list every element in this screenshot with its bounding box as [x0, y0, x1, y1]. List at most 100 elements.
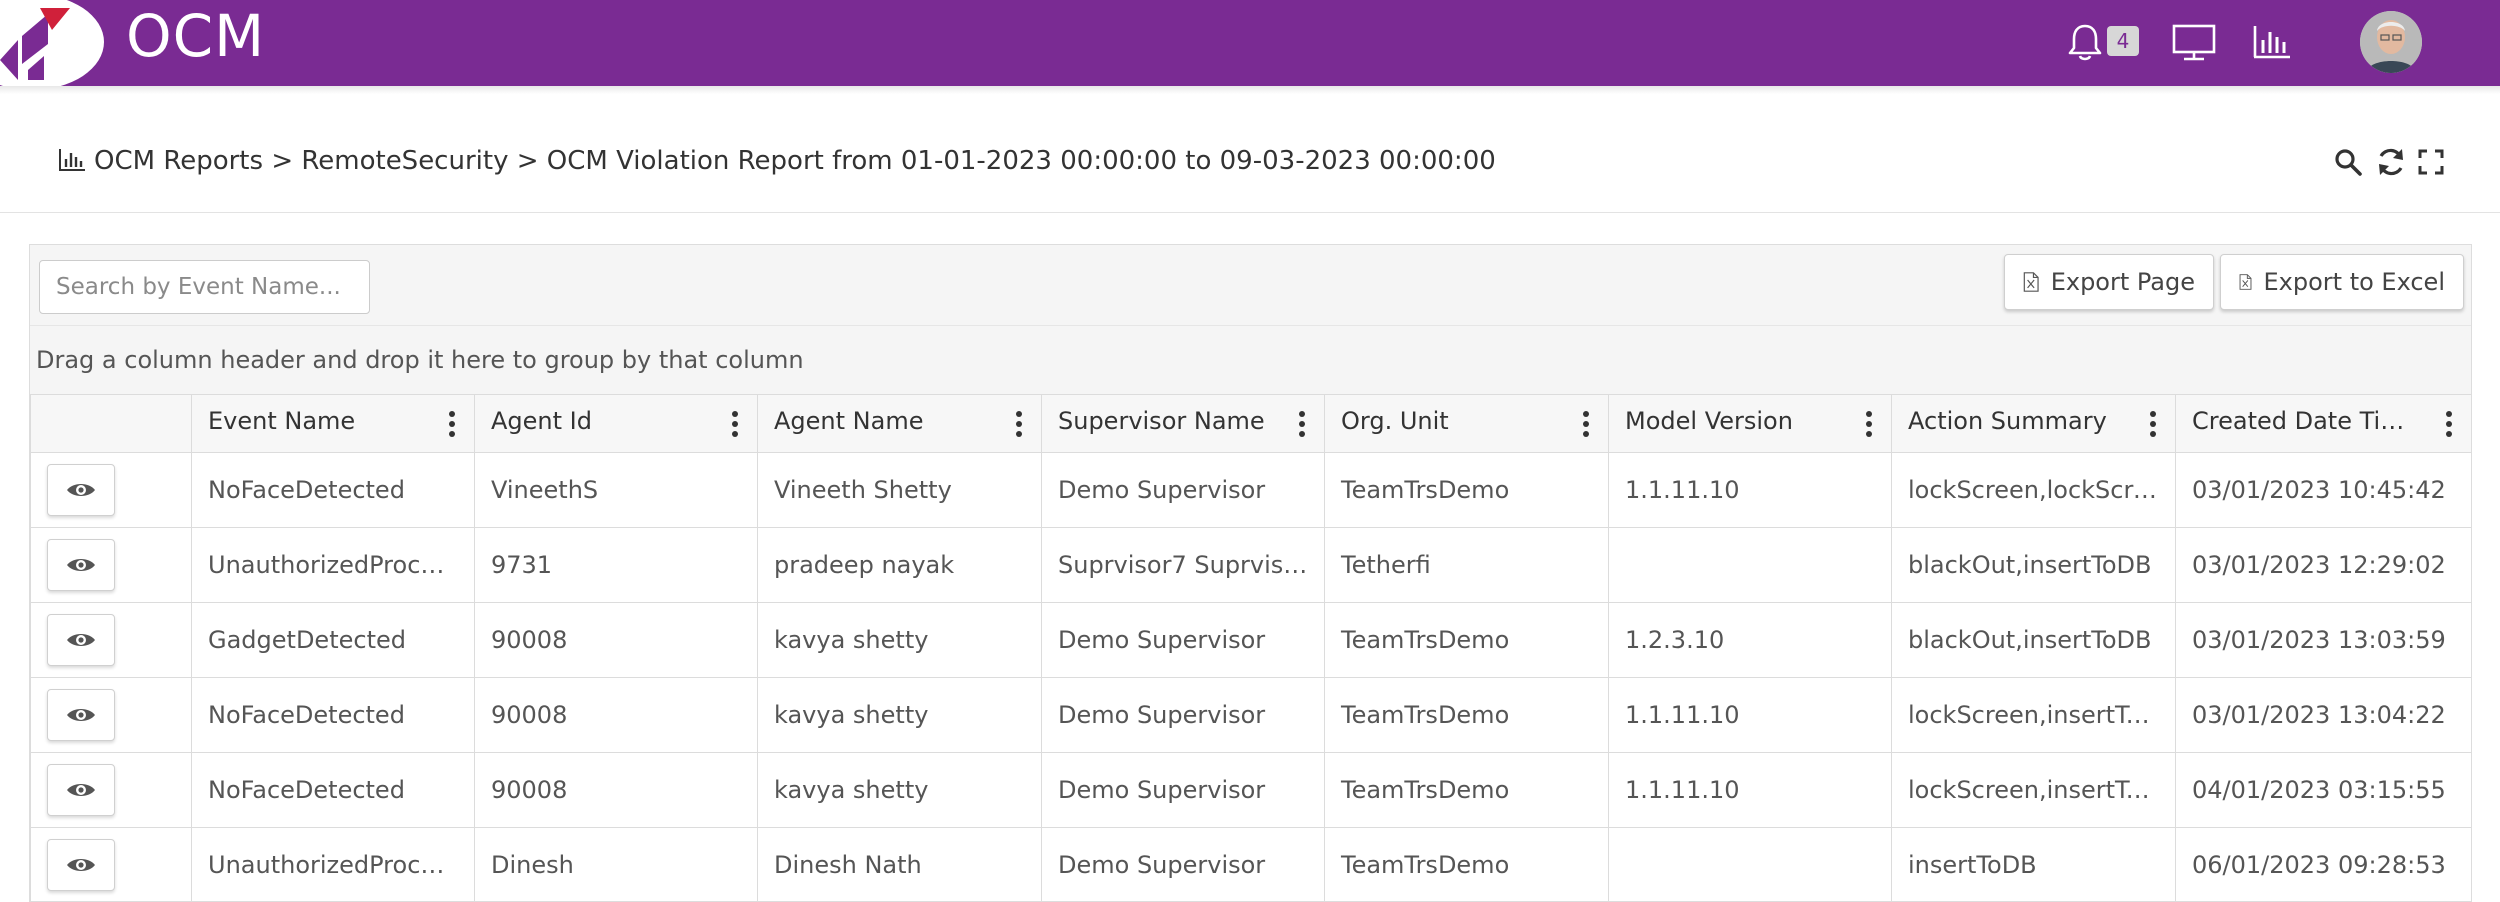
cell-org-unit: TeamTrsDemo: [1325, 753, 1609, 828]
logo-icon[interactable]: [0, 8, 80, 80]
table-row[interactable]: GadgetDetected 90008 kavya shetty Demo S…: [31, 603, 2472, 678]
view-button[interactable]: [47, 689, 115, 741]
column-menu-icon[interactable]: [1582, 410, 1590, 438]
cell-event-name: GadgetDetected: [192, 603, 475, 678]
column-menu-icon[interactable]: [2445, 410, 2453, 438]
column-title: Agent Name: [774, 407, 923, 435]
table-row[interactable]: UnauthorizedProce... Dinesh Dinesh Nath …: [31, 828, 2472, 902]
column-title: Event Name: [208, 407, 355, 435]
cell-agent-id: VineethS: [475, 453, 758, 528]
cell-created-date-time: 04/01/2023 03:15:55: [2176, 753, 2472, 828]
cell-agent-name: Dinesh Nath: [758, 828, 1042, 902]
breadcrumb-divider: [0, 212, 2500, 213]
view-button[interactable]: [47, 464, 115, 516]
column-title: Model Version: [1625, 407, 1793, 435]
view-button[interactable]: [47, 539, 115, 591]
cell-agent-id: 90008: [475, 753, 758, 828]
breadcrumb: OCM Reports > RemoteSecurity > OCM Viola…: [58, 146, 1496, 176]
cell-created-date-time: 06/01/2023 09:28:53: [2176, 828, 2472, 902]
refresh-icon[interactable]: [2375, 146, 2407, 178]
table-row[interactable]: NoFaceDetected 90008 kavya shetty Demo S…: [31, 678, 2472, 753]
cell-event-name: UnauthorizedProce...: [192, 528, 475, 603]
bar-chart-icon[interactable]: [2252, 24, 2292, 60]
cell-org-unit: TeamTrsDemo: [1325, 453, 1609, 528]
cell-supervisor-name: Demo Supervisor: [1042, 678, 1325, 753]
eye-icon: [66, 556, 96, 574]
cell-agent-name: Vineeth Shetty: [758, 453, 1042, 528]
cell-event-name: NoFaceDetected: [192, 453, 475, 528]
cell-agent-id: 90008: [475, 603, 758, 678]
table-body: NoFaceDetected VineethS Vineeth Shetty D…: [31, 453, 2472, 902]
cell-agent-name: kavya shetty: [758, 753, 1042, 828]
breadcrumb-text[interactable]: OCM Reports > RemoteSecurity > OCM Viola…: [94, 146, 1496, 176]
column-header[interactable]: Action Summary: [1892, 395, 2176, 453]
excel-icon: [2239, 267, 2252, 297]
table-header-row: Event Name Agent Id Agent Name Superviso…: [31, 395, 2472, 453]
export-excel-label: Export to Excel: [2264, 268, 2446, 296]
cell-action-summary: lockScreen,insertToDB: [1892, 753, 2176, 828]
cell-created-date-time: 03/01/2023 12:29:02: [2176, 528, 2472, 603]
cell-supervisor-name: Demo Supervisor: [1042, 453, 1325, 528]
cell-agent-id: 90008: [475, 678, 758, 753]
column-menu-icon[interactable]: [1015, 410, 1023, 438]
header-shadow: [0, 86, 2500, 94]
column-title: Supervisor Name: [1058, 407, 1265, 435]
fullscreen-icon[interactable]: [2418, 149, 2444, 175]
cell-event-name: UnauthorizedProce...: [192, 828, 475, 902]
cell-agent-name: pradeep nayak: [758, 528, 1042, 603]
eye-icon: [66, 781, 96, 799]
eye-icon: [66, 706, 96, 724]
report-chart-icon: [58, 148, 86, 172]
notification-badge[interactable]: 4: [2107, 26, 2139, 56]
column-title: Action Summary: [1908, 407, 2107, 435]
app-title: OCM: [126, 2, 265, 70]
column-menu-icon[interactable]: [1865, 410, 1873, 438]
table-row[interactable]: NoFaceDetected VineethS Vineeth Shetty D…: [31, 453, 2472, 528]
column-menu-icon[interactable]: [2149, 410, 2157, 438]
cell-action-summary: insertToDB: [1892, 828, 2176, 902]
column-header[interactable]: Org. Unit: [1325, 395, 1609, 453]
cell-action-summary: blackOut,insertToDB: [1892, 603, 2176, 678]
cell-model-version: 1.2.3.10: [1609, 603, 1892, 678]
cell-org-unit: TeamTrsDemo: [1325, 603, 1609, 678]
cell-created-date-time: 03/01/2023 13:04:22: [2176, 678, 2472, 753]
violation-table: Event Name Agent Id Agent Name Superviso…: [30, 394, 2472, 902]
view-button[interactable]: [47, 839, 115, 891]
export-page-button[interactable]: Export Page: [2004, 254, 2214, 310]
column-header[interactable]: Agent Name: [758, 395, 1042, 453]
column-title: Created Date Time: [2192, 407, 2412, 435]
column-header[interactable]: Created Date Time: [2176, 395, 2472, 453]
search-icon[interactable]: [2334, 148, 2362, 176]
column-menu-icon[interactable]: [731, 410, 739, 438]
search-input[interactable]: [39, 260, 370, 314]
cell-model-version: 1.1.11.10: [1609, 753, 1892, 828]
monitor-icon[interactable]: [2172, 24, 2216, 62]
table-row[interactable]: NoFaceDetected 90008 kavya shetty Demo S…: [31, 753, 2472, 828]
column-header[interactable]: Supervisor Name: [1042, 395, 1325, 453]
column-menu-icon[interactable]: [448, 410, 456, 438]
export-excel-button[interactable]: Export to Excel: [2220, 254, 2464, 310]
avatar[interactable]: [2360, 11, 2422, 73]
column-header[interactable]: Event Name: [192, 395, 475, 453]
top-header: OCM 4: [0, 0, 2500, 86]
view-button[interactable]: [47, 614, 115, 666]
cell-agent-name: kavya shetty: [758, 678, 1042, 753]
table-row[interactable]: UnauthorizedProce... 9731 pradeep nayak …: [31, 528, 2472, 603]
column-header[interactable]: Agent Id: [475, 395, 758, 453]
cell-model-version: [1609, 828, 1892, 902]
cell-model-version: 1.1.11.10: [1609, 678, 1892, 753]
column-title: Org. Unit: [1341, 407, 1449, 435]
cell-action-summary: lockScreen,lockScre...: [1892, 453, 2176, 528]
column-header[interactable]: Model Version: [1609, 395, 1892, 453]
cell-created-date-time: 03/01/2023 10:45:42: [2176, 453, 2472, 528]
violation-report-grid: Export Page Export to Excel Drag a colum…: [29, 244, 2472, 902]
bell-icon[interactable]: [2067, 22, 2103, 62]
view-button[interactable]: [47, 764, 115, 816]
grid-toolbar: Export Page Export to Excel: [30, 245, 2471, 325]
cell-model-version: [1609, 528, 1892, 603]
cell-event-name: NoFaceDetected: [192, 753, 475, 828]
eye-icon: [66, 856, 96, 874]
column-menu-icon[interactable]: [1298, 410, 1306, 438]
cell-supervisor-name: Demo Supervisor: [1042, 753, 1325, 828]
group-by-panel[interactable]: Drag a column header and drop it here to…: [30, 325, 2471, 395]
